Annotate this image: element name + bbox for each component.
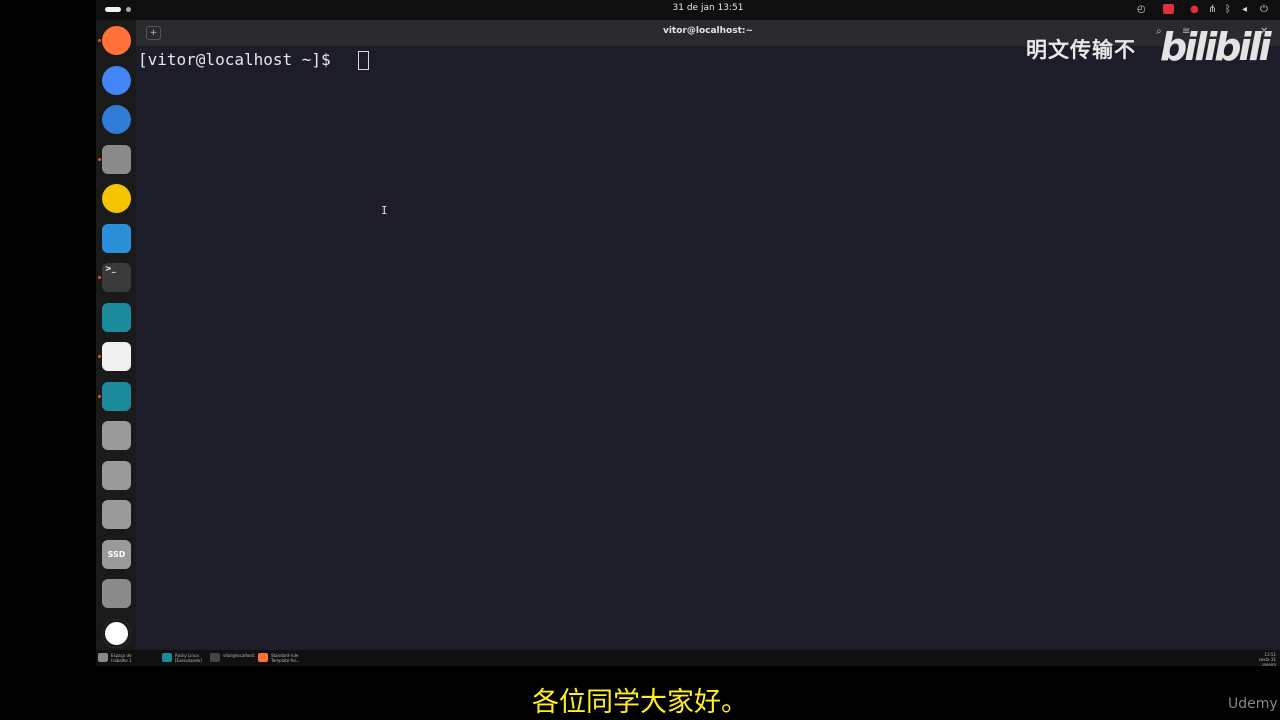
speaker-icon — [102, 184, 131, 213]
power-icon[interactable]: ⏻ — [1260, 3, 1268, 17]
running-indicator — [98, 276, 101, 279]
subtitle: 各位同学大家好。 — [532, 687, 748, 718]
desktop-screen: 31 de jan 13:51 ◴ ● ⋔ ᛒ ◂ ⏻ >_ SSD + vito… — [96, 0, 1280, 666]
taskbar-item-label: vitor@localhost:~ — [223, 653, 255, 658]
dock-item-firefox[interactable] — [102, 26, 131, 55]
workspace-indicator — [126, 7, 131, 12]
terminal-icon: >_ — [105, 264, 116, 273]
dock-item-files[interactable] — [102, 145, 131, 174]
firefox-icon — [258, 653, 268, 662]
taskbar-item-label: Rocky Linux [Executando] — [175, 653, 202, 663]
clock[interactable]: 31 de jan 13:51 — [636, 3, 780, 13]
dock-item-trash[interactable] — [102, 579, 131, 608]
dock: >_ SSD — [96, 20, 136, 650]
dock-item-disk-2[interactable] — [102, 461, 131, 490]
taskbar-item[interactable]: Standard-rule Template-for... — [258, 652, 306, 664]
dock-item-disk-3[interactable] — [102, 500, 131, 529]
network-icon[interactable]: ⋔ — [1208, 3, 1216, 17]
mouse-ibeam-icon: I — [381, 204, 388, 217]
dock-item-ssd[interactable]: SSD — [102, 540, 131, 569]
dock-item-chrome[interactable] — [102, 66, 131, 95]
disk-icon — [102, 461, 131, 490]
taskbar-item-label: Espaço de trabalho 1 — [111, 653, 132, 663]
document-icon — [102, 224, 131, 253]
screenshot-icon[interactable]: ◴ — [1137, 3, 1146, 17]
taskbar-clock: 13:51 sexta 31 janeiro — [1244, 652, 1276, 666]
disk-icon — [102, 500, 131, 529]
running-indicator — [98, 355, 101, 358]
dock-item-virtualbox-2[interactable] — [102, 382, 131, 411]
dock-item-thunderbird[interactable] — [102, 105, 131, 134]
volume-icon[interactable]: ◂ — [1242, 3, 1247, 17]
virtualbox-icon — [102, 303, 131, 332]
bilibili-logo: bilibili — [1160, 25, 1272, 69]
pencil-icon — [102, 342, 131, 371]
terminal-icon — [210, 653, 220, 662]
dock-item-writer[interactable] — [102, 224, 131, 253]
microphone-icon[interactable]: ● — [1190, 3, 1199, 17]
running-indicator — [98, 158, 101, 161]
firefox-icon — [102, 26, 131, 55]
running-indicator — [98, 39, 101, 42]
shell-prompt: [vitor@localhost ~]$ — [138, 50, 341, 69]
text-cursor — [358, 51, 369, 70]
top-bar: 31 de jan 13:51 ◴ ● ⋔ ᛒ ◂ ⏻ — [96, 0, 1280, 20]
virtualbox-icon — [102, 382, 131, 411]
taskbar-item[interactable]: Espaço de trabalho 1 — [98, 652, 146, 664]
taskbar: 13:51 sexta 31 janeiro Espaço de trabalh… — [96, 650, 1280, 666]
dock-item-show-apps[interactable] — [102, 619, 131, 648]
folder-icon — [102, 145, 131, 174]
disk-icon — [102, 421, 131, 450]
trash-icon — [102, 579, 131, 608]
terminal-output[interactable]: [vitor@localhost ~]$ I — [136, 46, 1280, 650]
recording-icon[interactable] — [1163, 4, 1174, 14]
chrome-icon — [102, 66, 131, 95]
dock-item-text-editor[interactable] — [102, 342, 131, 371]
bluetooth-icon[interactable]: ᛒ — [1225, 3, 1231, 17]
activities-button[interactable] — [105, 7, 121, 12]
udemy-logo: Udemy — [1228, 696, 1278, 712]
dock-item-rhythmbox[interactable] — [102, 184, 131, 213]
dock-item-terminal[interactable]: >_ — [102, 263, 131, 292]
thunderbird-icon — [102, 105, 131, 134]
taskbar-item[interactable]: Rocky Linux [Executando] — [162, 652, 210, 664]
workspace-icon — [98, 653, 108, 662]
dock-item-disk-1[interactable] — [102, 421, 131, 450]
ssd-icon: SSD — [107, 550, 126, 559]
taskbar-item-label: Standard-rule Template-for... — [271, 653, 300, 663]
watermark-text: 明文传输不 — [1026, 38, 1136, 62]
running-indicator — [98, 395, 101, 398]
virtualbox-icon — [162, 653, 172, 662]
dock-item-virtualbox[interactable] — [102, 303, 131, 332]
taskbar-item[interactable]: vitor@localhost:~ — [210, 652, 258, 664]
taskbar-date: sexta 31 janeiro — [1258, 657, 1276, 666]
ubuntu-logo-icon — [102, 619, 131, 648]
